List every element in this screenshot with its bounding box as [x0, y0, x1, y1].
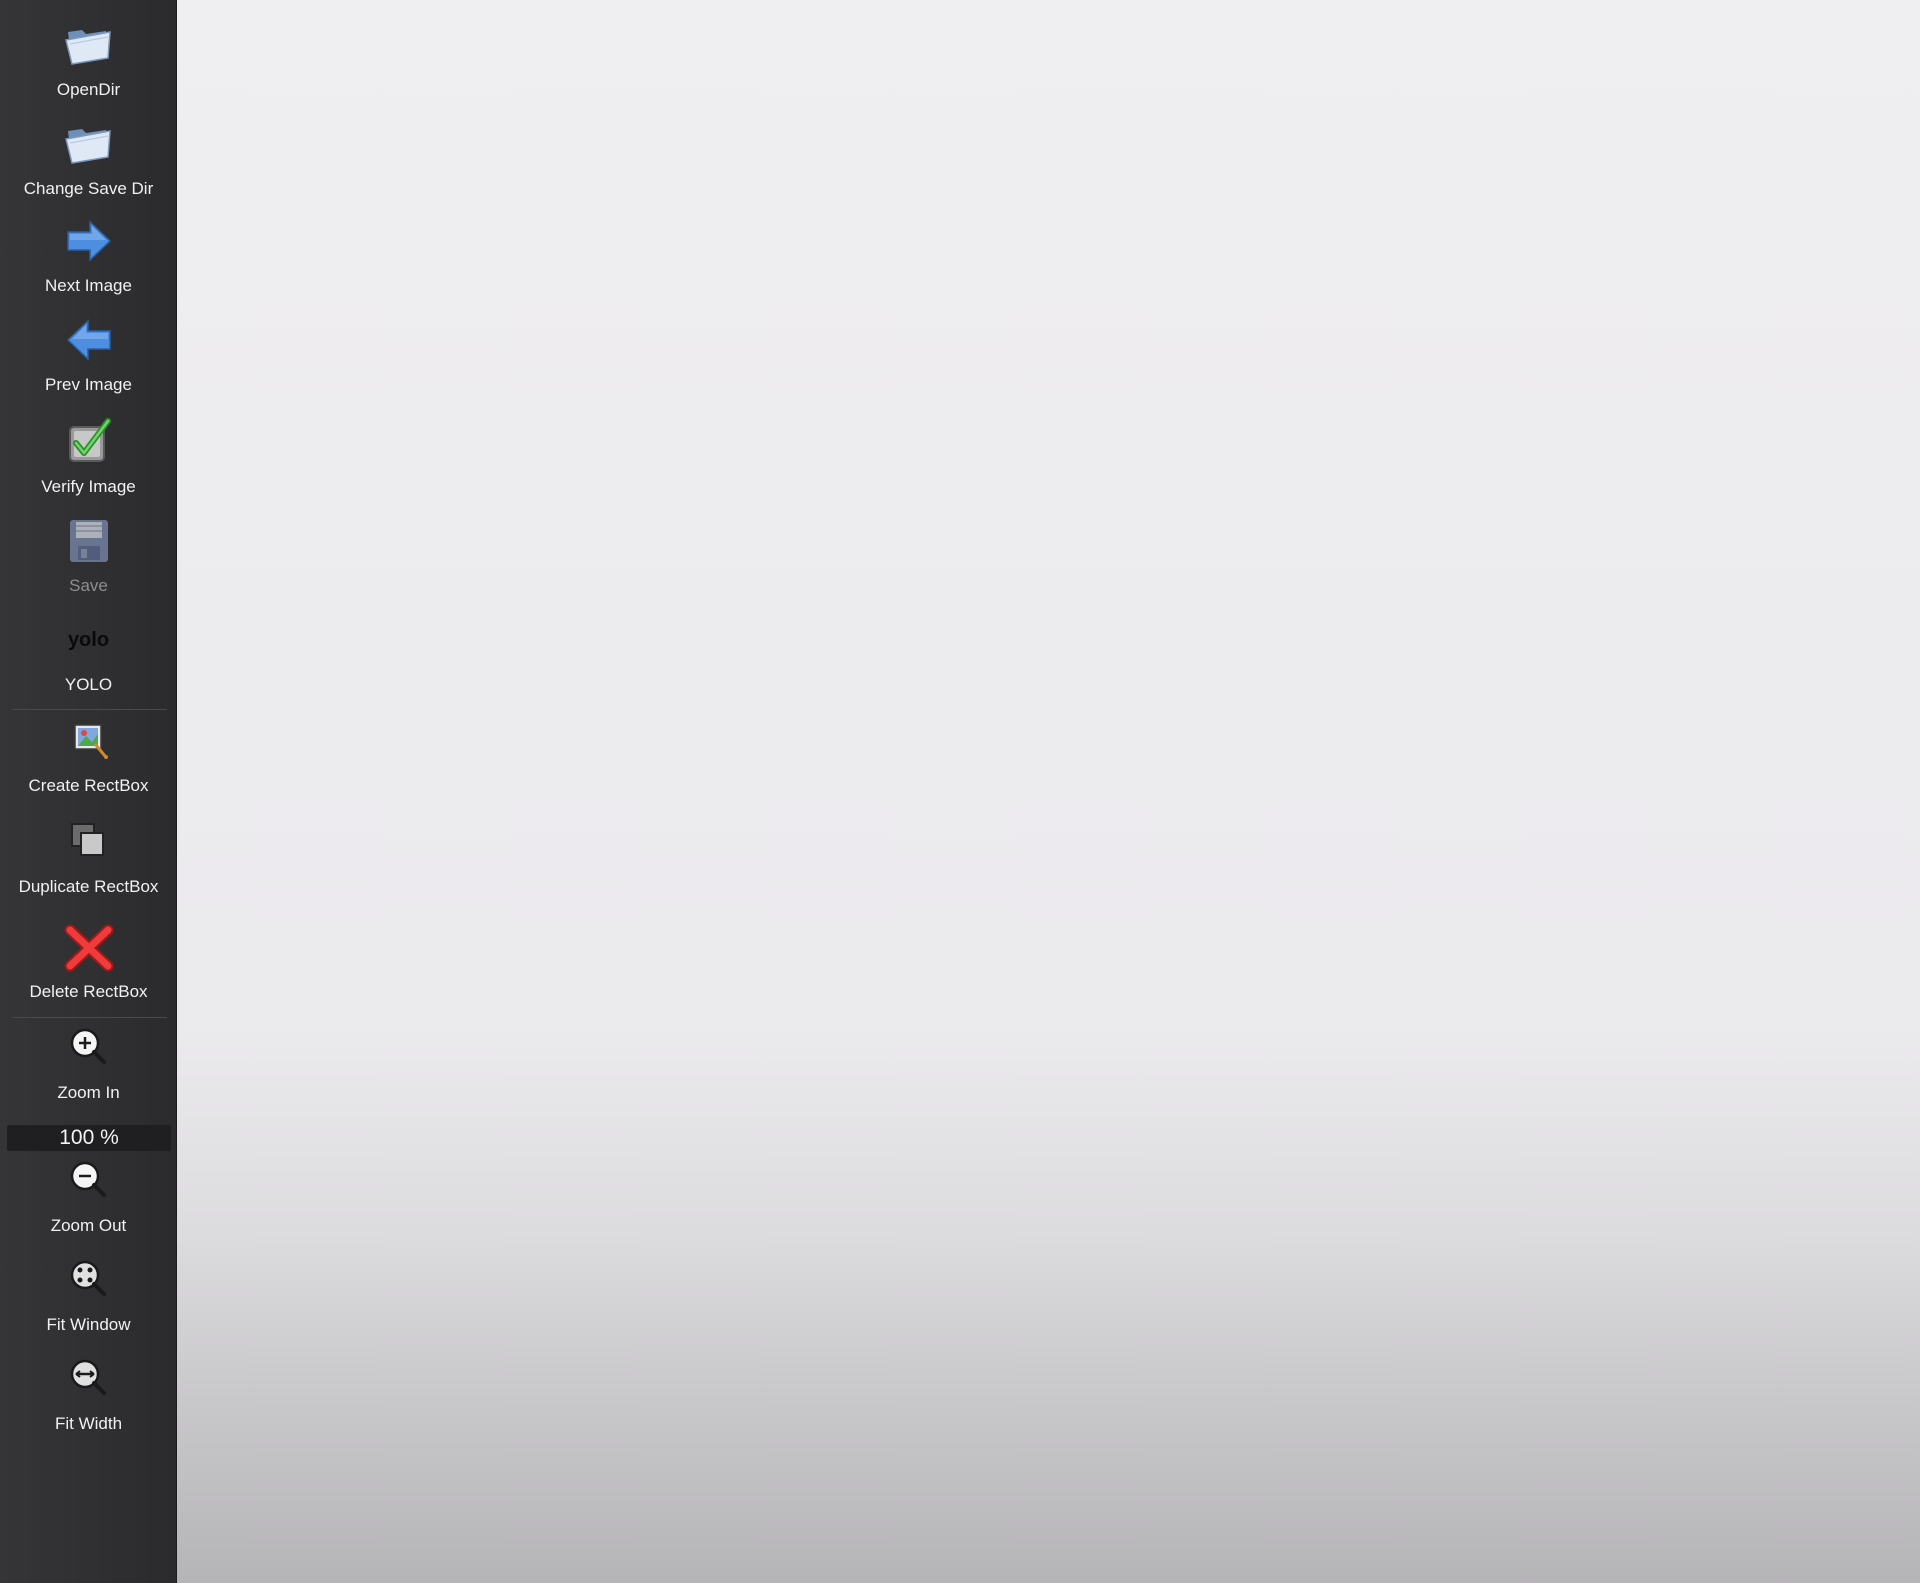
fit-width-label: Fit Width — [54, 1414, 123, 1433]
yolo-icon: yolo — [67, 628, 110, 651]
next-image-button[interactable]: Next Image — [0, 214, 177, 296]
folder-open-icon — [62, 18, 116, 72]
zoom-out-label: Zoom Out — [50, 1216, 127, 1235]
toolbar-separator — [12, 709, 167, 710]
create-rectbox-label: Create RectBox — [28, 776, 149, 795]
yolo-button[interactable]: yolo YOLO — [0, 613, 177, 695]
save-button[interactable]: Save — [0, 514, 177, 596]
delete-rectbox-label: Delete RectBox — [29, 982, 148, 1001]
verify-image-button[interactable]: Verify Image — [0, 415, 177, 497]
fit-window-icon — [62, 1253, 116, 1307]
duplicate-icon — [62, 815, 116, 869]
zoom-in-label: Zoom In — [57, 1083, 120, 1102]
folder-open-icon — [62, 117, 116, 171]
yolo-label: YOLO — [64, 675, 113, 694]
arrow-left-icon — [62, 313, 116, 367]
toolbar: OpenDir Change Save Dir Next Image Prev … — [0, 0, 177, 1583]
fit-window-button[interactable]: Fit Window — [0, 1253, 177, 1335]
change-save-dir-button[interactable]: Change Save Dir — [0, 117, 177, 199]
zoom-in-icon — [62, 1021, 116, 1075]
create-rectbox-button[interactable]: Create RectBox — [0, 714, 177, 796]
save-label: Save — [69, 576, 108, 595]
open-dir-button[interactable]: OpenDir — [0, 18, 177, 100]
arrow-right-icon — [62, 214, 116, 268]
delete-rectbox-button[interactable]: Delete RectBox — [0, 920, 177, 1002]
next-image-label: Next Image — [45, 276, 132, 295]
zoom-out-icon — [62, 1154, 116, 1208]
floppy-disk-icon — [62, 514, 116, 568]
fit-width-button[interactable]: Fit Width — [0, 1352, 177, 1434]
fit-window-label: Fit Window — [46, 1315, 131, 1334]
open-dir-label: OpenDir — [56, 80, 121, 99]
verify-image-label: Verify Image — [41, 477, 136, 496]
red-x-icon — [62, 920, 116, 974]
create-rect-icon — [62, 714, 116, 768]
image-canvas[interactable] — [177, 0, 1920, 1583]
zoom-out-button[interactable]: Zoom Out — [0, 1154, 177, 1236]
zoom-level-input[interactable]: 100 % — [7, 1125, 171, 1151]
prev-image-label: Prev Image — [45, 375, 132, 394]
checkbox-check-icon — [62, 415, 116, 469]
duplicate-rectbox-label: Duplicate RectBox — [18, 877, 159, 896]
fit-width-icon — [62, 1352, 116, 1406]
zoom-in-button[interactable]: Zoom In — [0, 1021, 177, 1103]
prev-image-button[interactable]: Prev Image — [0, 313, 177, 395]
change-save-dir-label: Change Save Dir — [23, 179, 154, 198]
toolbar-separator — [12, 1017, 167, 1018]
duplicate-rectbox-button[interactable]: Duplicate RectBox — [0, 815, 177, 897]
